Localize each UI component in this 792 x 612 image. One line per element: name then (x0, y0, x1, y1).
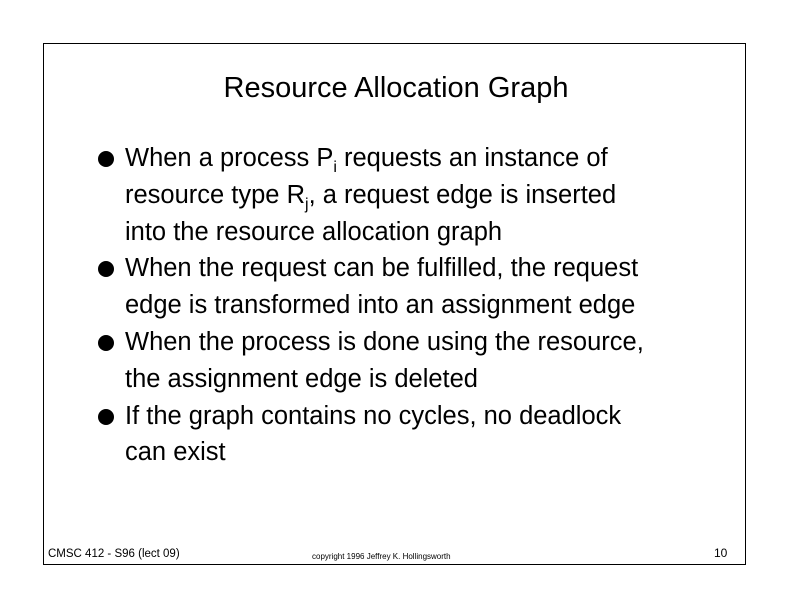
bullet-item: When a process Pi requests an instance o… (95, 140, 715, 250)
bullet-text: requests an instance of (336, 144, 608, 172)
bullet-dot-icon (98, 261, 114, 278)
bullet-line: resource type Rj, a request edge is inse… (125, 177, 715, 214)
bullet-list: When a process Pi requests an instance o… (95, 140, 715, 471)
bullet-line: When the request can be fulfilled, the r… (125, 254, 639, 283)
bullet-text: When a process P (125, 144, 334, 172)
subscript-i: i (333, 159, 337, 176)
bullet-line: can exist (125, 438, 226, 467)
bullet-item: When the process is done using the resou… (95, 324, 715, 398)
subscript-j: j (305, 195, 309, 213)
footer-course-label: CMSC 412 - S96 (lect 09) (48, 548, 180, 560)
bullet-dot-icon (98, 151, 114, 167)
bullet-line: edge is transformed into an assignment e… (125, 291, 636, 320)
bullet-line: into the resource allocation graph (125, 217, 503, 246)
bullet-line: When the process is done using the resou… (125, 327, 644, 356)
bullet-line: When a process Pi requests an instance o… (125, 140, 715, 177)
bullet-line: If the graph contains no cycles, no dead… (125, 401, 622, 430)
bullet-dot-icon (98, 334, 114, 351)
page-number: 10 (714, 546, 728, 560)
bullet-line: the assignment edge is deleted (125, 364, 478, 393)
slide-title: Resource Allocation Graph (223, 72, 569, 104)
bullet-item: When the request can be fulfilled, the r… (95, 250, 715, 324)
bullet-text: resource type R (125, 180, 305, 209)
bullet-text: , a request edge is inserted (308, 180, 617, 209)
footer-copyright: copyright 1996 Jeffrey K. Hollingsworth (312, 552, 451, 561)
bullet-item: If the graph contains no cycles, no dead… (95, 398, 715, 472)
bullet-dot-icon (98, 408, 114, 425)
